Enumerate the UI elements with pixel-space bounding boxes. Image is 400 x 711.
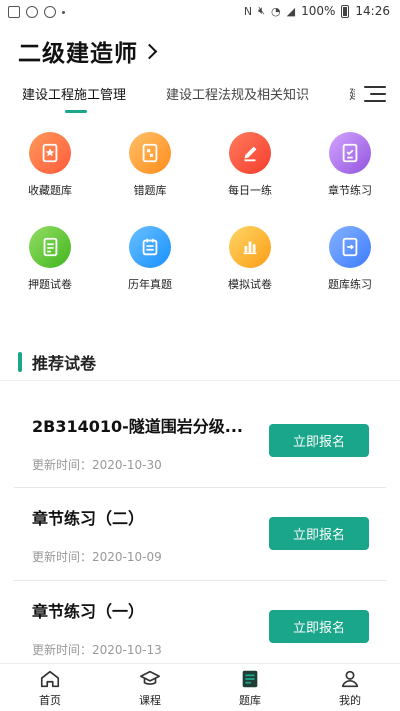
nav-question-bank[interactable]: 题库 bbox=[220, 668, 280, 708]
battery-percent: 100% bbox=[301, 4, 336, 18]
divider bbox=[0, 380, 400, 381]
more-notifications-icon bbox=[62, 10, 65, 14]
chevron-right-icon bbox=[141, 43, 158, 59]
grid-label: 章节练习 bbox=[328, 184, 372, 197]
grid-label: 错题库 bbox=[133, 184, 167, 197]
nav-label: 我的 bbox=[339, 694, 361, 707]
wrong-answers-icon bbox=[129, 132, 171, 174]
section-title: 推荐试卷 bbox=[32, 354, 97, 373]
grid-item-chapter-practice[interactable]: 章节练习 bbox=[300, 132, 400, 198]
nav-courses[interactable]: 课程 bbox=[120, 668, 180, 708]
status-notifications bbox=[8, 6, 65, 18]
app-notification-icon bbox=[26, 6, 38, 18]
wifi-icon: ◔ bbox=[271, 4, 281, 18]
nav-label: 首页 bbox=[39, 694, 61, 707]
subject-tabs: 建设工程施工管理 建设工程法规及相关知识 建设工程经济 bbox=[0, 84, 400, 118]
register-button[interactable]: 立即报名 bbox=[269, 610, 369, 643]
favorite-icon bbox=[29, 132, 71, 174]
register-button[interactable]: 立即报名 bbox=[269, 424, 369, 457]
grid-item-predict-paper[interactable]: 押题试卷 bbox=[0, 226, 100, 292]
active-tab-indicator bbox=[65, 110, 87, 113]
grid-item-mock-exam[interactable]: 模拟试卷 bbox=[200, 226, 300, 292]
mute-icon: 🔇︎ bbox=[258, 4, 266, 17]
grid-item-past-papers[interactable]: 历年真题 bbox=[100, 226, 200, 292]
course-icon bbox=[139, 668, 161, 690]
grid-item-question-bank[interactable]: 题库练习 bbox=[300, 226, 400, 292]
tab-construction-law[interactable]: 建设工程法规及相关知识 bbox=[166, 84, 309, 103]
section-accent-bar bbox=[18, 352, 22, 372]
paper-date: 更新时间：2020-10-09 bbox=[32, 550, 162, 564]
link-icon bbox=[44, 6, 56, 18]
paper-title: 章节练习（一） bbox=[32, 602, 145, 621]
status-bar: N 🔇︎ ◔ ◢ 100% 14:26 bbox=[0, 0, 400, 26]
recommended-section-header: 推荐试卷 bbox=[18, 350, 96, 374]
nfc-icon: N bbox=[243, 4, 253, 18]
gallery-icon bbox=[8, 6, 20, 18]
signal-icon: ◢ bbox=[286, 4, 296, 18]
predict-paper-icon bbox=[29, 226, 71, 268]
nav-label: 题库 bbox=[239, 694, 261, 707]
menu-icon[interactable] bbox=[364, 86, 386, 102]
pencil-icon bbox=[229, 132, 271, 174]
past-papers-icon bbox=[129, 226, 171, 268]
home-icon bbox=[39, 668, 61, 690]
profile-icon bbox=[339, 668, 361, 690]
page-title: 二级建造师 bbox=[18, 41, 138, 67]
grid-label: 题库练习 bbox=[328, 278, 372, 291]
grid-label: 押题试卷 bbox=[28, 278, 72, 291]
grid-label: 收藏题库 bbox=[28, 184, 72, 197]
paper-title: 2B314010-隧道围岩分级... bbox=[32, 417, 244, 436]
question-bank-icon bbox=[329, 226, 371, 268]
chapter-practice-icon bbox=[329, 132, 371, 174]
paper-card[interactable]: 章节练习（二） 更新时间：2020-10-09 立即报名 bbox=[14, 488, 386, 581]
status-time: 14:26 bbox=[355, 4, 390, 18]
grid-item-favorites[interactable]: 收藏题库 bbox=[0, 132, 100, 198]
paper-date: 更新时间：2020-10-30 bbox=[32, 458, 162, 472]
tab-construction-economics[interactable]: 建设工程经济 bbox=[349, 84, 355, 103]
paper-date: 更新时间：2020-10-13 bbox=[32, 643, 162, 657]
grid-label: 历年真题 bbox=[128, 278, 172, 291]
paper-card[interactable]: 章节练习（一） 更新时间：2020-10-13 立即报名 bbox=[14, 581, 386, 674]
register-button[interactable]: 立即报名 bbox=[269, 517, 369, 550]
bar-chart-icon bbox=[229, 226, 271, 268]
nav-profile[interactable]: 我的 bbox=[320, 668, 380, 708]
grid-label: 模拟试卷 bbox=[228, 278, 272, 291]
grid-label: 每日一练 bbox=[228, 184, 272, 197]
bottom-nav: 首页 课程 题库 我的 bbox=[0, 663, 400, 711]
question-bank-icon bbox=[239, 668, 261, 690]
exam-selector[interactable]: 二级建造师 bbox=[18, 34, 158, 68]
nav-label: 课程 bbox=[139, 694, 161, 707]
tab-construction-management[interactable]: 建设工程施工管理 bbox=[22, 84, 126, 103]
grid-item-wrong-answers[interactable]: 错题库 bbox=[100, 132, 200, 198]
battery-icon bbox=[341, 4, 350, 18]
paper-title: 章节练习（二） bbox=[32, 509, 145, 528]
nav-home[interactable]: 首页 bbox=[20, 668, 80, 708]
grid-item-daily-practice[interactable]: 每日一练 bbox=[200, 132, 300, 198]
paper-card[interactable]: 2B314010-隧道围岩分级... 更新时间：2020-10-30 立即报名 bbox=[14, 395, 386, 488]
